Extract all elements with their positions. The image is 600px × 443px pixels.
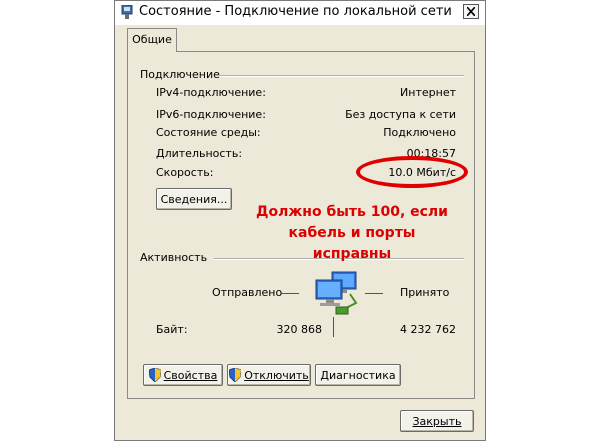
ipv4-label: IPv4-подключение: <box>156 86 266 99</box>
ipv6-label: IPv6-подключение: <box>156 108 266 121</box>
ipv4-value: Интернет <box>400 86 456 99</box>
disable-button[interactable]: Отключить <box>227 364 311 386</box>
network-adapter-icon <box>121 5 133 19</box>
diagnose-button[interactable]: Диагностика <box>315 364 401 386</box>
bytes-received-value: 4 232 762 <box>400 323 456 336</box>
speed-annotation: Должно быть 100, если кабель и порты исп… <box>252 202 452 265</box>
shield-icon <box>148 368 161 382</box>
section-title-connection: Подключение <box>140 68 224 81</box>
speed-highlight-ellipse <box>356 156 468 188</box>
title-bar[interactable]: Состояние - Подключение по локальной сет… <box>115 1 485 25</box>
media-state-value: Подключено <box>383 126 456 139</box>
sent-line <box>281 293 299 294</box>
details-button-label: Сведения... <box>160 192 228 206</box>
diagnose-button-label: Диагностика <box>320 368 396 382</box>
properties-button[interactable]: Свойства <box>143 364 223 386</box>
details-button[interactable]: Сведения... <box>156 188 232 210</box>
window-title: Состояние - Подключение по локальной сет… <box>139 4 452 19</box>
activity-divider <box>333 317 334 337</box>
close-button-label: Закрыть <box>412 414 462 428</box>
speed-label: Скорость: <box>156 166 214 179</box>
properties-button-label: Свойства <box>163 368 218 382</box>
annotation-line-2: кабель и порты исправны <box>288 225 416 262</box>
network-computers-icon <box>315 271 358 315</box>
disable-button-label: Отключить <box>244 368 309 382</box>
shield-icon <box>229 368 242 382</box>
bytes-sent-value: 320 868 <box>276 323 323 336</box>
sent-label: Отправлено <box>212 286 283 299</box>
duration-label: Длительность: <box>156 147 243 160</box>
ipv6-value: Без доступа к сети <box>345 108 456 121</box>
received-label: Принято <box>400 286 450 299</box>
section-title-activity: Активность <box>140 251 212 264</box>
close-icon <box>467 7 475 16</box>
tab-general[interactable]: Общие <box>127 28 177 52</box>
bytes-label: Байт: <box>156 323 188 336</box>
section-divider <box>220 75 464 77</box>
received-line <box>365 293 383 294</box>
close-button[interactable]: Закрыть <box>400 410 474 432</box>
media-state-label: Состояние среды: <box>156 126 261 139</box>
close-window-button[interactable] <box>463 4 479 19</box>
annotation-line-1: Должно быть 100, если <box>256 204 448 220</box>
